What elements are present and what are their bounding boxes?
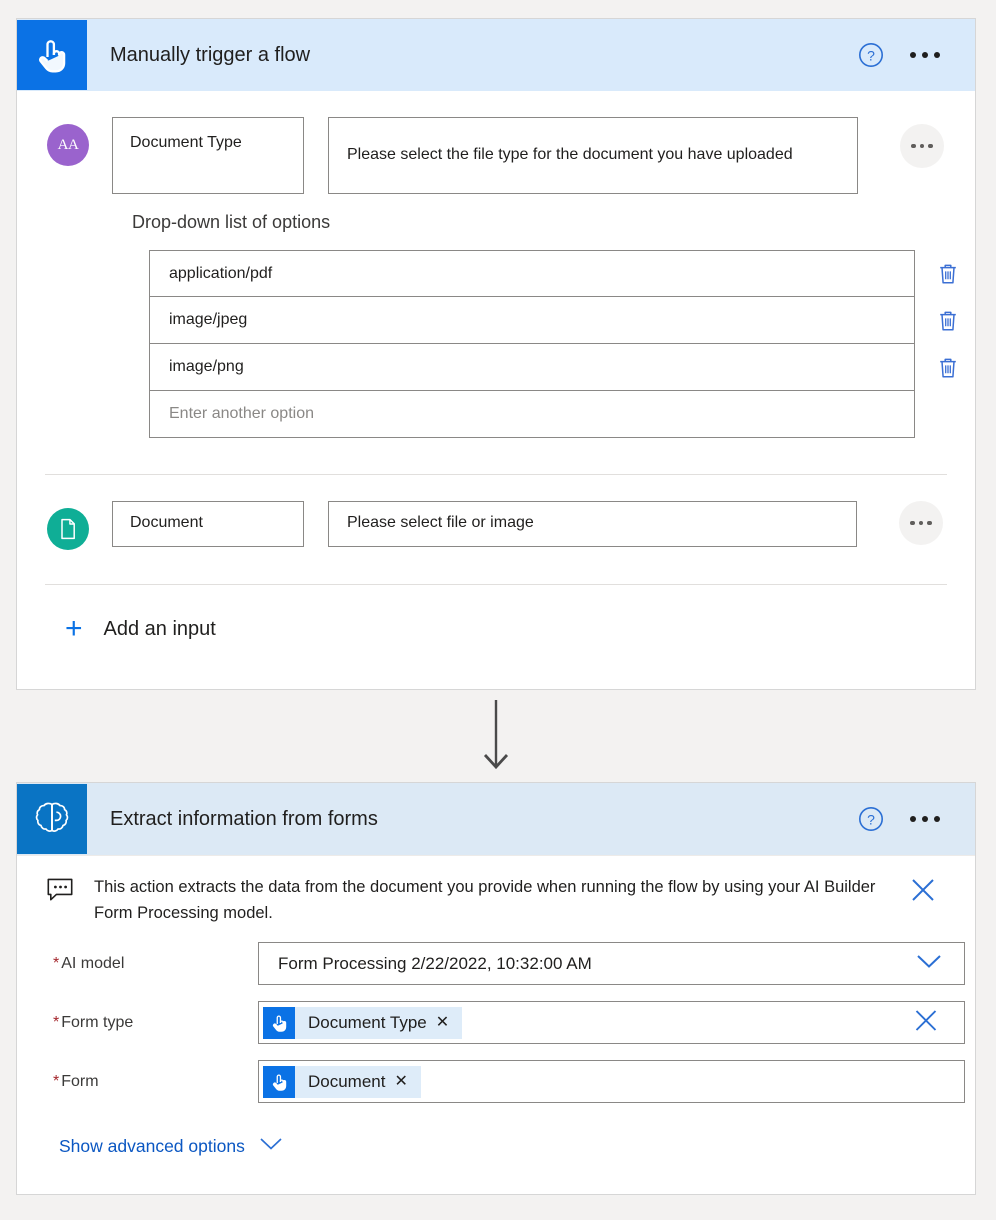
trigger-card-title: Manually trigger a flow bbox=[110, 43, 311, 66]
trigger-card-header[interactable]: Manually trigger a flow ? bbox=[17, 19, 975, 91]
clear-icon[interactable] bbox=[913, 1007, 939, 1038]
option-input-0[interactable]: application/pdf bbox=[149, 250, 915, 297]
input-title-value: Document bbox=[130, 514, 203, 531]
param-label-text: Form bbox=[61, 1072, 99, 1090]
touch-trigger-icon bbox=[263, 1065, 295, 1098]
dropdown-options-block: Drop-down list of options application/pd… bbox=[17, 194, 975, 438]
input-title-value: Document Type bbox=[130, 134, 242, 151]
new-option-placeholder: Enter another option bbox=[169, 405, 314, 422]
help-circle-icon[interactable]: ? bbox=[858, 806, 884, 832]
input-more-menu-document-type[interactable] bbox=[900, 124, 944, 168]
ai-model-value: Form Processing 2/22/2022, 10:32:00 AM bbox=[278, 953, 592, 973]
input-description-field-document-type[interactable]: Please select the file type for the docu… bbox=[328, 117, 858, 194]
param-label-text: Form type bbox=[61, 1013, 134, 1031]
trash-icon[interactable] bbox=[935, 307, 961, 335]
option-input-1[interactable]: image/jpeg bbox=[149, 297, 915, 344]
trash-icon[interactable] bbox=[935, 354, 961, 382]
dropdown-options-label: Drop-down list of options bbox=[132, 212, 331, 232]
token-label: Document Type bbox=[308, 1012, 427, 1032]
info-banner: This action extracts the data from the d… bbox=[17, 855, 975, 926]
required-asterisk: * bbox=[53, 954, 60, 972]
input-description-field-document[interactable]: Please select file or image bbox=[328, 501, 857, 547]
ai-builder-brain-icon bbox=[17, 784, 87, 854]
option-input-2[interactable]: image/png bbox=[149, 344, 915, 391]
param-label-form-type: * Form type bbox=[53, 1014, 258, 1032]
svg-text:?: ? bbox=[867, 811, 875, 827]
chevron-down-icon[interactable] bbox=[916, 953, 942, 974]
info-banner-text: This action extracts the data from the d… bbox=[94, 878, 876, 922]
trigger-header-actions: ? bbox=[858, 42, 975, 68]
token-remove-icon[interactable]: ✕ bbox=[394, 1073, 420, 1090]
input-row-document-type: AA Document Type Please select the file … bbox=[17, 91, 975, 194]
help-circle-icon[interactable]: ? bbox=[858, 42, 884, 68]
show-advanced-options-label: Show advanced options bbox=[59, 1136, 245, 1156]
trash-icon[interactable] bbox=[935, 260, 961, 288]
touch-trigger-icon bbox=[263, 1006, 295, 1039]
more-menu-icon[interactable] bbox=[910, 52, 940, 58]
touch-trigger-icon bbox=[17, 20, 87, 90]
param-label-text: AI model bbox=[61, 954, 125, 972]
add-input-button[interactable]: + Add an input bbox=[17, 585, 975, 644]
speech-bubble-icon bbox=[47, 878, 77, 907]
option-row: image/png bbox=[132, 344, 975, 391]
close-icon[interactable] bbox=[909, 876, 937, 909]
option-row-new: Enter another option bbox=[132, 391, 975, 438]
text-type-icon: AA bbox=[47, 124, 89, 166]
input-more-menu-document[interactable] bbox=[899, 501, 943, 545]
plus-icon: + bbox=[65, 612, 83, 645]
input-description-value: Please select the file type for the docu… bbox=[347, 146, 793, 163]
show-advanced-options-button[interactable]: Show advanced options bbox=[17, 1136, 975, 1157]
param-row-ai-model: * AI model Form Processing 2/22/2022, 10:… bbox=[17, 942, 975, 985]
option-value: image/jpeg bbox=[169, 311, 248, 328]
option-row: image/jpeg bbox=[132, 297, 975, 344]
param-row-form-type: * Form type Document Type ✕ bbox=[17, 1001, 975, 1044]
required-asterisk: * bbox=[53, 1013, 60, 1031]
input-title-field-document[interactable]: Document bbox=[112, 501, 304, 547]
trigger-card: Manually trigger a flow ? AA Document Ty… bbox=[16, 18, 976, 690]
token-label: Document bbox=[308, 1071, 386, 1091]
more-menu-icon[interactable] bbox=[910, 816, 940, 822]
action-header-actions: ? bbox=[858, 806, 975, 832]
text-type-icon-label: AA bbox=[57, 136, 79, 153]
form-field[interactable]: Document ✕ bbox=[258, 1060, 965, 1103]
param-label-form: * Form bbox=[53, 1073, 258, 1091]
token-remove-icon[interactable]: ✕ bbox=[436, 1014, 462, 1031]
dynamic-token-form[interactable]: Document ✕ bbox=[263, 1065, 421, 1098]
option-value: image/png bbox=[169, 358, 244, 375]
action-card: Extract information from forms ? This ac… bbox=[16, 782, 976, 1195]
required-asterisk: * bbox=[53, 1072, 60, 1090]
form-type-field[interactable]: Document Type ✕ bbox=[258, 1001, 965, 1044]
svg-text:?: ? bbox=[867, 47, 875, 63]
dynamic-token-form-type[interactable]: Document Type ✕ bbox=[263, 1006, 463, 1039]
input-row-document: Document Please select file or image bbox=[17, 475, 975, 550]
param-label-ai-model: * AI model bbox=[53, 955, 258, 973]
action-card-title: Extract information from forms bbox=[110, 807, 378, 830]
ai-model-dropdown[interactable]: Form Processing 2/22/2022, 10:32:00 AM bbox=[258, 942, 965, 985]
action-card-header[interactable]: Extract information from forms ? bbox=[17, 783, 975, 855]
param-row-form: * Form Document ✕ bbox=[17, 1060, 975, 1103]
option-value: application/pdf bbox=[169, 264, 273, 282]
option-row: application/pdf bbox=[132, 250, 975, 297]
file-type-icon bbox=[47, 508, 89, 550]
add-input-label: Add an input bbox=[103, 617, 216, 640]
new-option-input[interactable]: Enter another option bbox=[149, 391, 915, 438]
input-description-value: Please select file or image bbox=[347, 514, 534, 531]
input-title-field-document-type[interactable]: Document Type bbox=[112, 117, 304, 194]
chevron-down-icon bbox=[259, 1137, 283, 1156]
arrow-down-icon bbox=[478, 700, 514, 776]
